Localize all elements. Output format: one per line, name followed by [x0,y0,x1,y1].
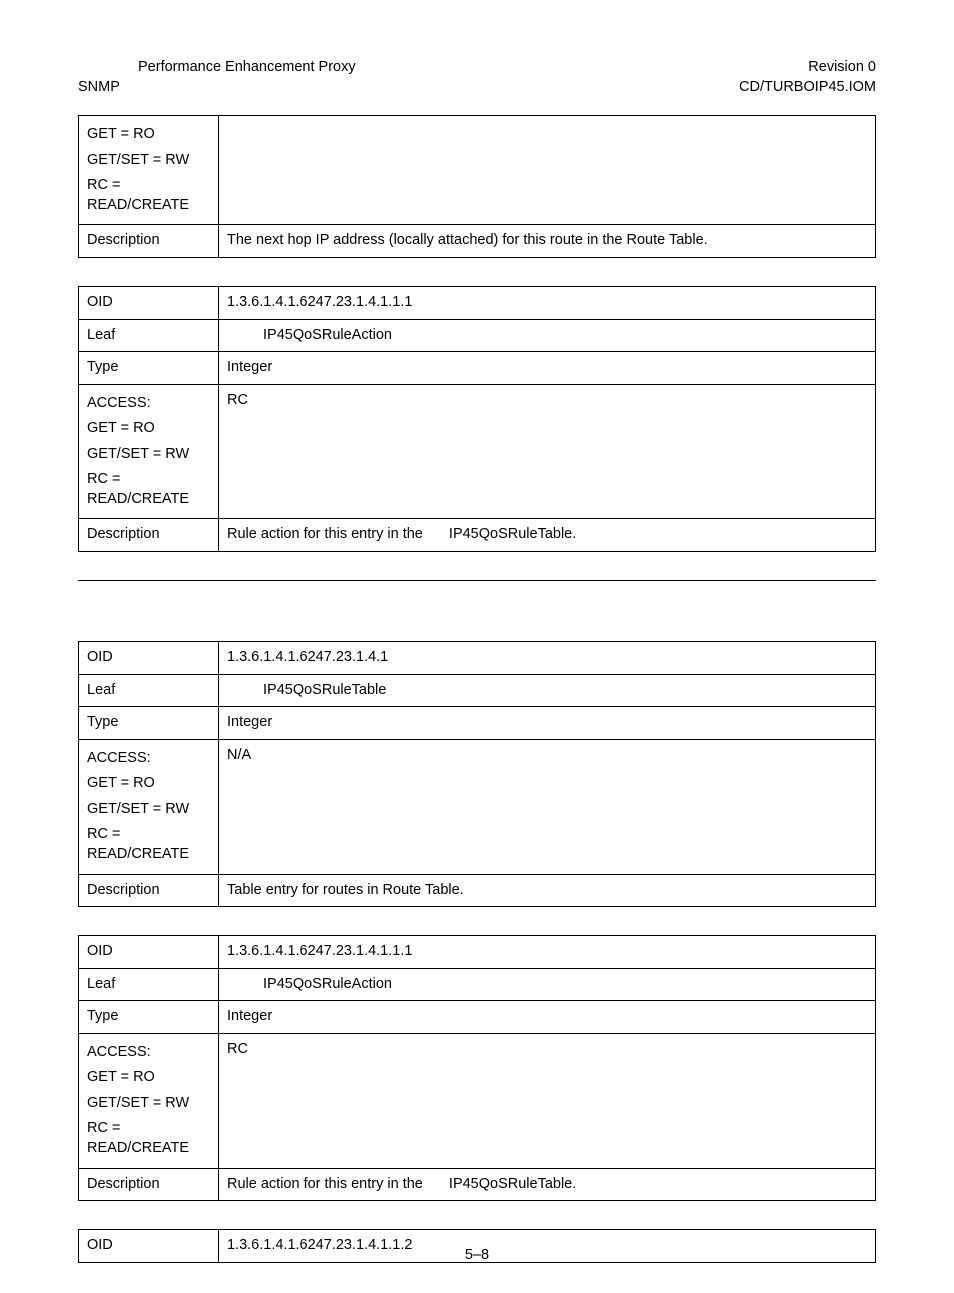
oid-value: 1.3.6.1.4.1.6247.23.1.4.1 [219,642,876,675]
type-label: Type [79,1001,219,1034]
header-left: Performance Enhancement Proxy SNMP [78,58,356,97]
access-rc: RC = READ/CREATE [87,467,210,512]
table-continuation: GET = RO GET/SET = RW RC = READ/CREATE D… [78,115,876,258]
access-value: N/A [219,739,876,874]
access-value: RC [219,1033,876,1168]
access-value [219,116,876,225]
oid-label: OID [79,936,219,969]
table-oid-4: OID 1.3.6.1.4.1.6247.23.1.4.1.1.1 Leaf I… [78,935,876,1201]
desc-b: IP45QoSRuleTable. [449,1176,576,1192]
access-cell: ACCESS: GET = RO GET/SET = RW RC = READ/… [79,1033,219,1168]
leaf-value: IP45QoSRuleAction [219,319,876,352]
desc-a: Rule action for this entry in the [227,1176,423,1192]
leaf-value: IP45QoSRuleTable [219,674,876,707]
oid-label: OID [79,286,219,319]
desc-value: Rule action for this entry in the IP45Qo… [219,1168,876,1201]
header-docid: CD/TURBOIP45.IOM [739,78,876,98]
section-divider [78,580,876,581]
access-cell: ACCESS: GET = RO GET/SET = RW RC = READ/… [79,384,219,519]
access-get: GET = RO [87,1065,210,1091]
type-value: Integer [219,352,876,385]
access-cell: GET = RO GET/SET = RW RC = READ/CREATE [79,116,219,225]
page: Performance Enhancement Proxy SNMP Revis… [0,0,954,1293]
desc-b: IP45QoSRuleTable. [449,526,576,542]
access-get: GET = RO [87,122,210,148]
header-title: Performance Enhancement Proxy [78,58,356,78]
access-label: ACCESS: [87,391,210,417]
access-cell: ACCESS: GET = RO GET/SET = RW RC = READ/… [79,739,219,874]
desc-value: The next hop IP address (locally attache… [219,225,876,258]
desc-label: Description [79,874,219,907]
access-value: RC [219,384,876,519]
access-rc: RC = READ/CREATE [87,822,210,867]
access-label: ACCESS: [87,1040,210,1066]
access-label: ACCESS: [87,746,210,772]
page-number: 5–8 [0,1247,954,1263]
oid-value: 1.3.6.1.4.1.6247.23.1.4.1.1.1 [219,286,876,319]
header-revision: Revision 0 [739,58,876,78]
access-getset: GET/SET = RW [87,148,210,174]
oid-label: OID [79,642,219,675]
desc-value: Table entry for routes in Route Table. [219,874,876,907]
access-get: GET = RO [87,416,210,442]
leaf-text: IP45QoSRuleAction [227,976,392,992]
leaf-text: IP45QoSRuleTable [227,682,386,698]
access-rc: RC = READ/CREATE [87,1116,210,1161]
desc-label: Description [79,225,219,258]
leaf-label: Leaf [79,319,219,352]
type-value: Integer [219,1001,876,1034]
type-label: Type [79,707,219,740]
leaf-label: Leaf [79,674,219,707]
desc-value: Rule action for this entry in the IP45Qo… [219,519,876,552]
access-getset: GET/SET = RW [87,797,210,823]
type-label: Type [79,352,219,385]
table-oid-3: OID 1.3.6.1.4.1.6247.23.1.4.1 Leaf IP45Q… [78,641,876,907]
desc-label: Description [79,519,219,552]
desc-label: Description [79,1168,219,1201]
header-subtitle: SNMP [78,78,356,98]
oid-value: 1.3.6.1.4.1.6247.23.1.4.1.1.1 [219,936,876,969]
leaf-label: Leaf [79,968,219,1001]
access-getset: GET/SET = RW [87,1091,210,1117]
access-getset: GET/SET = RW [87,442,210,468]
desc-a: Rule action for this entry in the [227,526,423,542]
table-oid-2: OID 1.3.6.1.4.1.6247.23.1.4.1.1.1 Leaf I… [78,286,876,552]
access-rc: RC = READ/CREATE [87,173,210,218]
leaf-text: IP45QoSRuleAction [227,327,392,343]
leaf-value: IP45QoSRuleAction [219,968,876,1001]
page-header: Performance Enhancement Proxy SNMP Revis… [78,58,876,97]
header-right: Revision 0 CD/TURBOIP45.IOM [739,58,876,97]
access-get: GET = RO [87,771,210,797]
type-value: Integer [219,707,876,740]
